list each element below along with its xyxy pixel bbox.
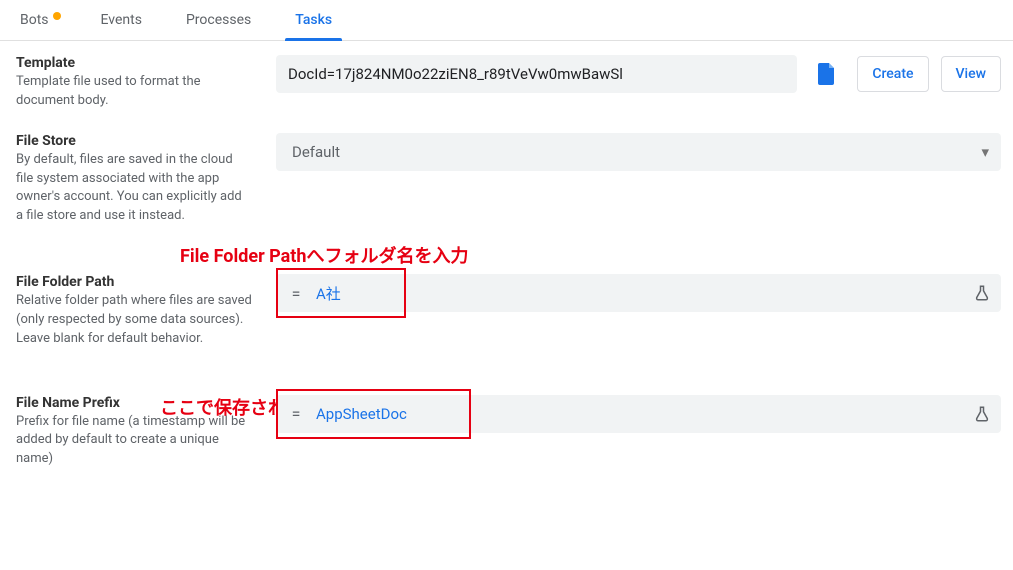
tab-label: Bots	[20, 12, 49, 28]
flask-icon[interactable]	[973, 405, 1001, 423]
file-icon[interactable]	[809, 56, 845, 92]
annotation-folder-note: File Folder Pathへフォルダ名を入力	[180, 242, 468, 268]
field-title: File Store	[16, 133, 252, 149]
row-file-store: File Store By default, files are saved i…	[16, 133, 1001, 226]
file-store-select[interactable]: Default ▾	[276, 133, 1001, 171]
field-desc: By default, files are saved in the cloud…	[16, 151, 252, 226]
tab-label: Processes	[186, 12, 251, 28]
create-label: Create	[872, 66, 913, 82]
equals-sign: =	[276, 404, 316, 423]
name-prefix-value: AppSheetDoc	[316, 405, 407, 423]
notification-dot-icon	[53, 12, 61, 20]
equals-sign: =	[276, 284, 316, 303]
tab-bots[interactable]: Bots	[14, 0, 79, 40]
field-desc: Relative folder path where files are sav…	[16, 292, 252, 349]
label-col: Template Template file used to format th…	[16, 55, 276, 111]
field-desc: Template file used to format the documen…	[16, 73, 252, 111]
field-col: = A社	[276, 274, 1001, 312]
row-file-name-prefix: File Name Prefix Prefix for file name (a…	[16, 395, 1001, 470]
file-folder-path-input[interactable]: = A社	[276, 274, 1001, 312]
folder-path-value: A社	[316, 283, 341, 304]
tab-label: Events	[101, 12, 142, 28]
create-button[interactable]: Create	[857, 56, 928, 92]
row-template: Template Template file used to format th…	[16, 55, 1001, 111]
chevron-down-icon: ▾	[981, 143, 989, 161]
content: Template Template file used to format th…	[0, 41, 1013, 469]
label-col: File Folder Path Relative folder path wh…	[16, 274, 276, 349]
flask-icon[interactable]	[973, 284, 1001, 302]
view-label: View	[956, 66, 987, 82]
tab-tasks[interactable]: Tasks	[273, 0, 354, 40]
template-value: DocId=17j824NM0o22ziEN8_r89tVeVw0mwBawSl	[288, 65, 623, 83]
field-col: DocId=17j824NM0o22ziEN8_r89tVeVw0mwBawSl…	[276, 55, 1001, 93]
tab-label: Tasks	[295, 12, 332, 28]
field-title: File Folder Path	[16, 274, 252, 290]
label-col: File Store By default, files are saved i…	[16, 133, 276, 226]
template-input[interactable]: DocId=17j824NM0o22ziEN8_r89tVeVw0mwBawSl	[276, 55, 797, 93]
tabs-bar: Bots Events Processes Tasks	[0, 0, 1013, 41]
tab-events[interactable]: Events	[79, 0, 164, 40]
field-col: Default ▾	[276, 133, 1001, 171]
tab-processes[interactable]: Processes	[164, 0, 273, 40]
field-desc: Prefix for file name (a timestamp will b…	[16, 413, 252, 470]
label-col: File Name Prefix Prefix for file name (a…	[16, 395, 276, 470]
field-title: File Name Prefix	[16, 395, 252, 411]
field-title: Template	[16, 55, 252, 71]
row-file-folder-path: File Folder Path Relative folder path wh…	[16, 274, 1001, 349]
view-button[interactable]: View	[941, 56, 1002, 92]
field-col: = AppSheetDoc	[276, 395, 1001, 433]
select-value: Default	[288, 143, 981, 161]
file-name-prefix-input[interactable]: = AppSheetDoc	[276, 395, 1001, 433]
